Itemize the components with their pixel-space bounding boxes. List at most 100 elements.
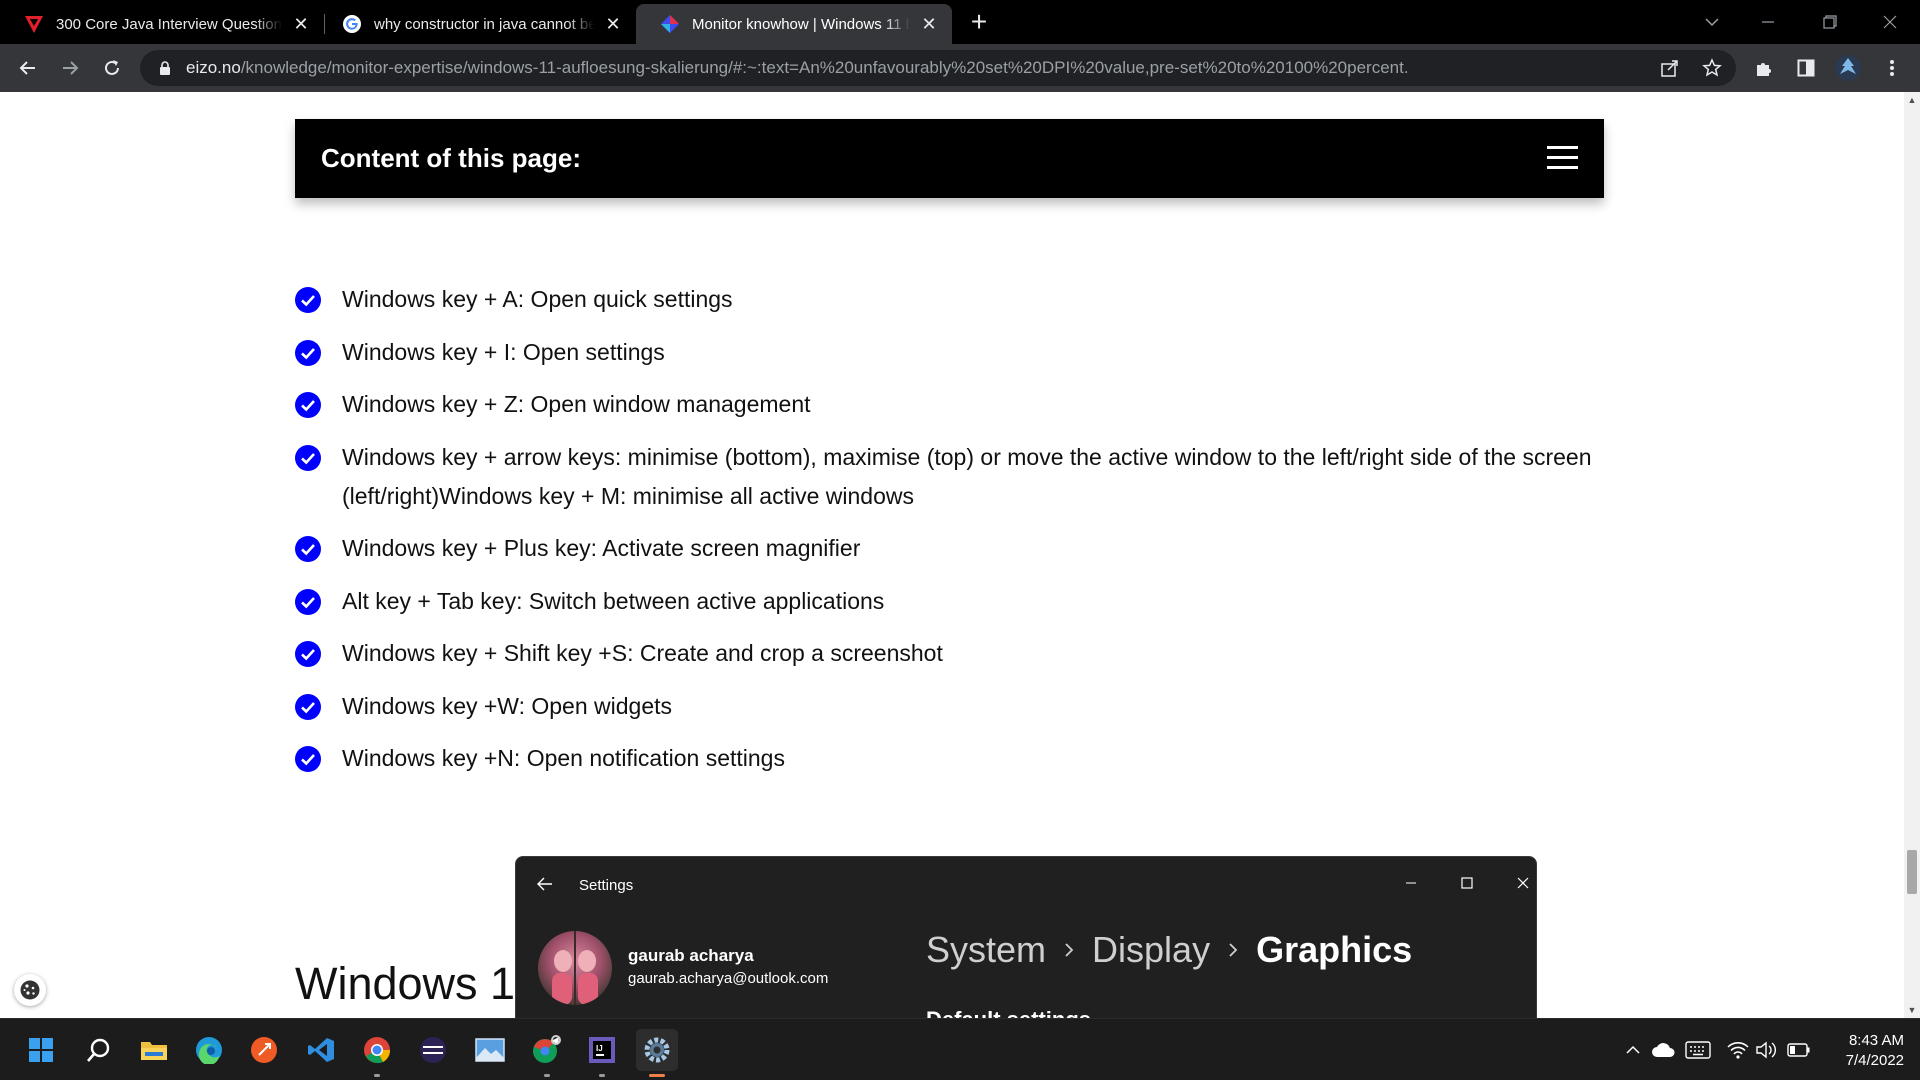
user-name: gaurab acharya — [628, 946, 754, 965]
chevron-up-icon[interactable] — [1622, 1039, 1644, 1061]
checkmark-circle-icon — [295, 339, 321, 366]
profile-avatar[interactable] — [1832, 52, 1864, 84]
vscode-icon[interactable] — [300, 1029, 342, 1071]
start-icon[interactable] — [20, 1029, 62, 1071]
avatar[interactable] — [538, 931, 612, 1005]
tab-constructor-question[interactable]: why constructor in java cannot be fi ✕ — [318, 4, 636, 44]
minimize-icon[interactable] — [1388, 867, 1434, 899]
close-icon[interactable]: ✕ — [290, 13, 312, 35]
extensions-puzzle-icon[interactable] — [1748, 52, 1780, 84]
reload-icon[interactable] — [96, 52, 128, 84]
section-title: Default settings — [926, 1007, 1091, 1018]
breadcrumb-display[interactable]: Display — [1092, 929, 1210, 971]
tab-title: why constructor in java cannot be fi — [374, 15, 594, 33]
scrollbar-thumb[interactable] — [1907, 850, 1917, 894]
tab-java-interview[interactable]: 300 Core Java Interview Questions ( ✕ — [0, 4, 324, 44]
shortcut-text: Windows key + A: Open quick settings — [342, 286, 733, 312]
volume-icon[interactable] — [1754, 1039, 1780, 1061]
address-bar[interactable]: eizo.no/knowledge/monitor-expertise/wind… — [140, 50, 1736, 86]
url-path: /knowledge/monitor-expertise/windows-11-… — [240, 58, 1409, 77]
restore-icon[interactable] — [1802, 0, 1858, 44]
forward-arrow-icon[interactable] — [54, 52, 86, 84]
user-email: gaurab.acharya@outlook.com — [628, 970, 829, 987]
checkmark-circle-icon — [295, 287, 321, 313]
running-indicator — [374, 1074, 380, 1077]
close-icon[interactable]: ✕ — [602, 13, 624, 35]
shortcut-text: Windows key +N: Open notification settin… — [342, 745, 785, 771]
breadcrumb-system[interactable]: System — [926, 929, 1046, 971]
minimize-icon[interactable] — [1740, 0, 1796, 44]
photos-icon[interactable] — [469, 1029, 511, 1071]
url-host: eizo.no — [186, 58, 241, 77]
tab-search-chevron-icon[interactable] — [1684, 0, 1740, 44]
checkmark-circle-icon — [295, 746, 321, 772]
side-panel-icon[interactable] — [1790, 52, 1822, 84]
onedrive-cloud-icon[interactable] — [1650, 1039, 1676, 1061]
list-item: Windows key + I: Open settings — [295, 333, 1615, 372]
intellij-icon[interactable]: IJ — [581, 1029, 623, 1077]
toc-title: Content of this page: — [321, 143, 581, 173]
maximize-icon[interactable] — [1444, 867, 1490, 899]
kebab-menu-icon[interactable] — [1876, 52, 1908, 84]
battery-icon[interactable] — [1786, 1039, 1812, 1061]
list-item: Windows key + Z: Open window management — [295, 385, 1615, 424]
hamburger-menu-icon[interactable] — [1547, 146, 1578, 170]
running-indicator — [649, 1074, 665, 1077]
browser-tab-strip: 300 Core Java Interview Questions ( ✕ wh… — [0, 0, 1920, 44]
eizo-diamond-icon — [660, 14, 680, 34]
tab-title: Monitor knowhow | Windows 11 blu — [692, 15, 910, 33]
edge-icon[interactable] — [188, 1029, 230, 1071]
running-indicator — [599, 1074, 605, 1077]
bookmark-star-icon[interactable] — [1696, 52, 1728, 84]
keyboard-icon[interactable] — [1684, 1039, 1712, 1061]
page-scrollbar[interactable]: ▲ ▼ — [1904, 92, 1920, 1018]
scroll-up-arrow-icon[interactable]: ▲ — [1904, 92, 1920, 108]
breadcrumb-graphics: Graphics — [1256, 929, 1413, 970]
eclipse-icon[interactable] — [412, 1029, 454, 1071]
shortcut-text: Windows key +W: Open widgets — [342, 692, 673, 719]
list-item: Windows key + Plus key: Activate screen … — [295, 529, 1615, 568]
chevron-right-icon — [1210, 942, 1256, 958]
checkmark-circle-icon — [295, 588, 321, 615]
postman-icon[interactable] — [243, 1029, 285, 1071]
chrome-dev-icon[interactable] — [526, 1029, 568, 1077]
close-icon[interactable] — [1500, 867, 1536, 899]
list-item: Windows key +W: Open widgets — [295, 687, 1615, 726]
checkmark-circle-icon — [295, 444, 321, 471]
cookie-settings-icon[interactable] — [14, 974, 46, 1006]
scroll-down-arrow-icon[interactable]: ▼ — [1904, 1002, 1920, 1018]
share-icon[interactable] — [1654, 52, 1686, 84]
lock-icon[interactable] — [158, 60, 172, 76]
list-item: Windows key + A: Open quick settings — [295, 280, 1615, 319]
breadcrumb: System Display Graphics — [926, 929, 1412, 971]
red-v-logo-icon — [24, 14, 44, 34]
browser-toolbar: eizo.no/knowledge/monitor-expertise/wind… — [0, 44, 1920, 92]
checkmark-circle-icon — [295, 536, 321, 562]
shortcut-list: Windows key + A: Open quick settings Win… — [295, 280, 1615, 792]
settings-window: Settings gaurab acharya gaurab.acharya@o… — [515, 856, 1537, 1018]
table-of-contents-bar[interactable]: Content of this page: — [295, 119, 1604, 198]
search-icon[interactable] — [78, 1029, 120, 1071]
shortcut-text: Windows key + Plus key: Activate screen … — [342, 535, 861, 561]
running-indicator — [544, 1074, 550, 1077]
clock-time: 8:43 AM — [1848, 1032, 1904, 1049]
clock[interactable]: 8:43 AM 7/4/2022 — [1824, 1031, 1904, 1071]
tab-monitor-knowhow[interactable]: Monitor knowhow | Windows 11 blu ✕ — [636, 4, 952, 44]
back-arrow-icon[interactable] — [534, 873, 556, 895]
close-window-icon[interactable] — [1862, 0, 1918, 44]
back-arrow-icon[interactable] — [12, 52, 44, 84]
shortcut-text: Windows key + I: Open settings — [342, 338, 665, 365]
chrome-icon[interactable] — [356, 1029, 398, 1077]
shortcut-text: Windows key + arrow keys: minimise (bott… — [342, 443, 1592, 509]
list-item: Alt key + Tab key: Switch between active… — [295, 582, 1615, 621]
checkmark-circle-icon — [295, 693, 321, 720]
shortcut-text: Windows key + Z: Open window management — [342, 391, 811, 417]
file-explorer-icon[interactable] — [133, 1029, 175, 1071]
close-icon[interactable]: ✕ — [918, 13, 940, 35]
settings-icon[interactable] — [636, 1029, 678, 1077]
wifi-icon[interactable] — [1726, 1039, 1750, 1061]
clock-date: 7/4/2022 — [1845, 1052, 1904, 1069]
new-tab-button[interactable]: + — [964, 8, 994, 38]
shortcut-text: Windows key + Shift key +S: Create and c… — [342, 640, 943, 666]
shortcut-text: Alt key + Tab key: Switch between active… — [342, 587, 885, 614]
